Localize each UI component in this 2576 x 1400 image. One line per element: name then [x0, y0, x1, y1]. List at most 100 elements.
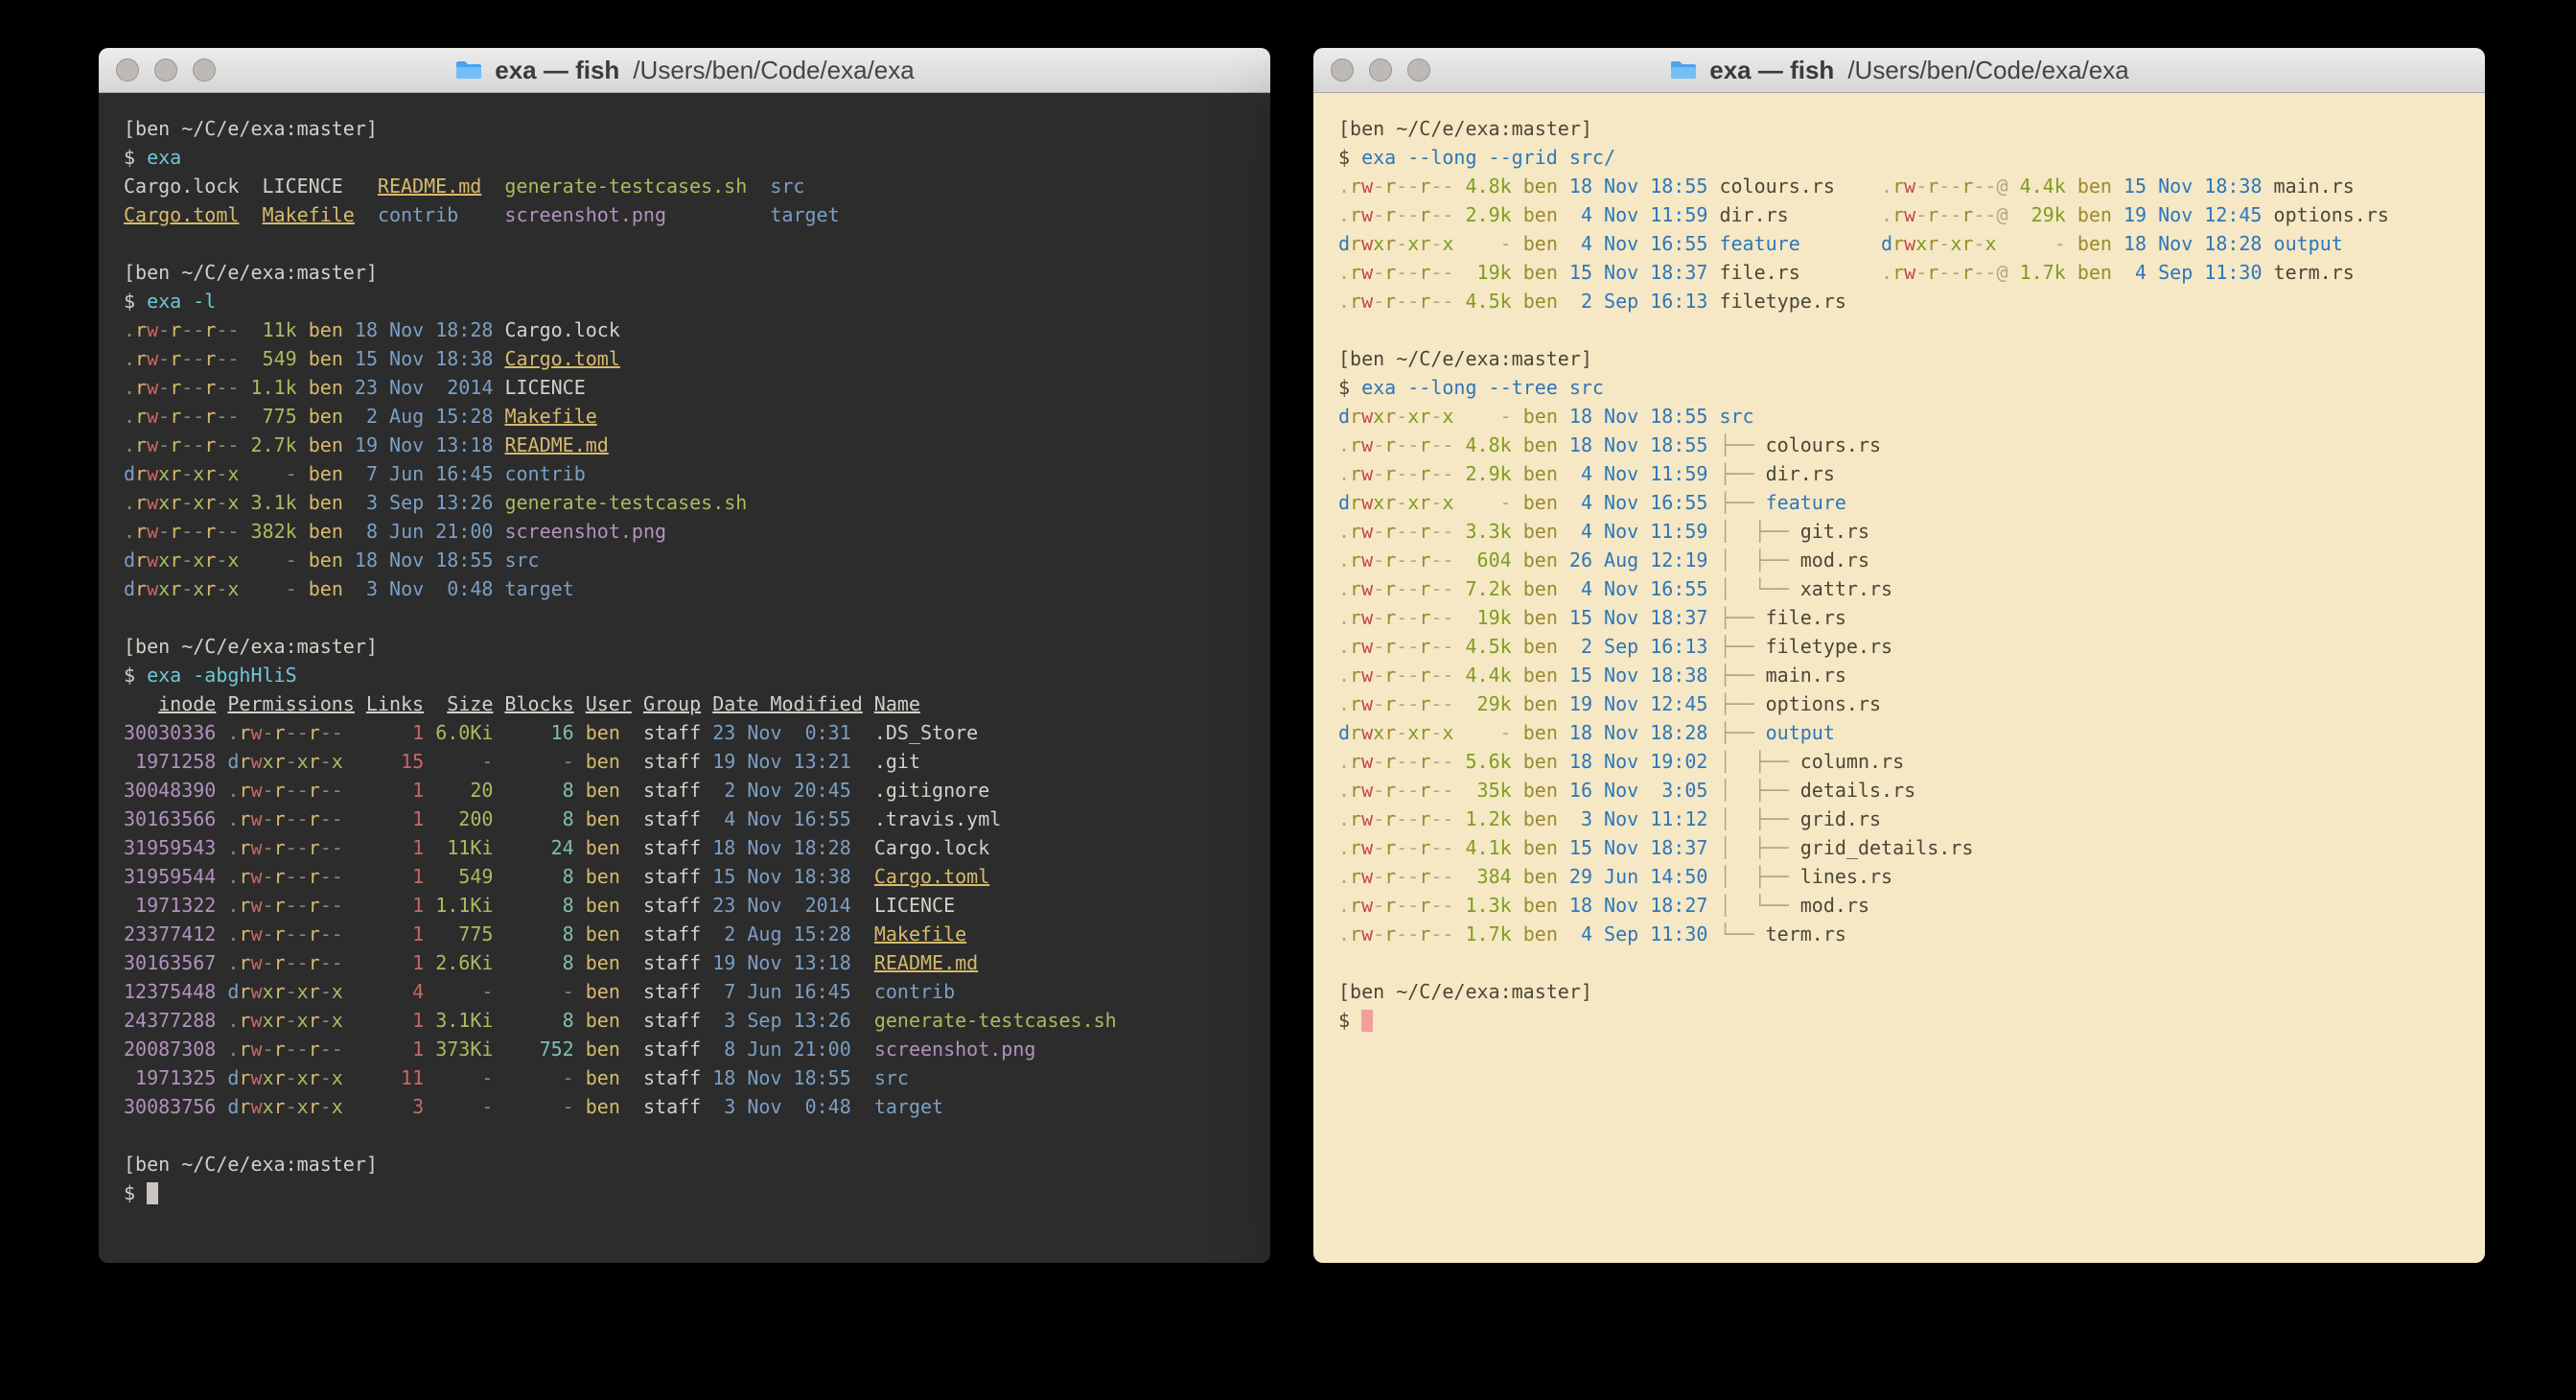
titlebar[interactable]: exa — fish /Users/ben/Code/exa/exa	[1313, 48, 2485, 93]
text-run	[620, 980, 643, 1003]
permission-char: r	[1927, 175, 1938, 198]
permission-char: r	[1350, 606, 1361, 629]
permission-char: x	[332, 1009, 343, 1032]
permission-char: r	[204, 491, 216, 514]
text-run: │ ├──	[1719, 520, 1799, 543]
close-button[interactable]	[1331, 58, 1354, 82]
permission-char: w	[250, 1095, 262, 1118]
text-run: 4 Sep 11:30	[1569, 922, 1708, 945]
permission-char: r	[239, 1095, 250, 1118]
permission-char: -	[320, 779, 332, 802]
permission-char: -	[181, 433, 193, 456]
permission-char: x	[263, 1009, 274, 1032]
text-run: └──	[1719, 922, 1765, 945]
permission-char: -	[286, 1038, 297, 1061]
permission-char: r	[1419, 491, 1430, 514]
text-run: 15 Nov 18:37	[1569, 836, 1708, 859]
text-run: │ └──	[1719, 894, 1799, 917]
permission-char: r	[204, 520, 216, 543]
permission-char: -	[286, 779, 297, 802]
text-run: contrib	[874, 980, 955, 1003]
permission-char: -	[1430, 175, 1442, 198]
text-run: 3.1k	[239, 491, 296, 514]
permission-char: -	[1407, 290, 1419, 313]
permission-char: -	[1442, 520, 1453, 543]
text-run: dir.rs	[1719, 203, 1788, 226]
text-run	[343, 836, 366, 859]
permission-char: -	[263, 894, 274, 917]
permission-char: w	[1361, 577, 1373, 600]
zoom-button[interactable]	[193, 58, 216, 82]
permission-char: d	[1338, 405, 1350, 428]
text-run: 35k	[1453, 779, 1511, 802]
text-run: 19 Nov 12:45	[2123, 203, 2263, 226]
text-run: .gitignore	[874, 779, 989, 802]
permission-char: .	[124, 318, 135, 341]
text-run: 11Ki	[435, 836, 493, 859]
text-run	[343, 1066, 366, 1089]
text-run	[424, 865, 435, 888]
text-run	[481, 175, 504, 198]
permission-char: -	[297, 836, 309, 859]
text-run: ├──	[1719, 462, 1765, 485]
permission-char: .	[1338, 692, 1350, 715]
permission-char: -	[320, 1038, 332, 1061]
minimize-button[interactable]	[154, 58, 177, 82]
text-run: src	[1719, 405, 1753, 428]
permission-char: -	[297, 865, 309, 888]
text-run: 4 Nov 16:55	[1569, 232, 1708, 255]
permission-char: -	[1430, 433, 1442, 456]
text-run: ben	[1523, 175, 1558, 198]
permission-char: r	[1419, 175, 1430, 198]
permission-char: -	[1442, 203, 1453, 226]
titlebar[interactable]: exa — fish /Users/ben/Code/exa/exa	[99, 48, 1270, 93]
permission-char: r	[1350, 664, 1361, 687]
permission-char: .	[227, 779, 239, 802]
text-run: ben	[586, 951, 620, 974]
permission-char: x	[332, 980, 343, 1003]
minimize-button[interactable]	[1369, 58, 1392, 82]
text-run	[1558, 779, 1569, 802]
permission-char: -	[1407, 779, 1419, 802]
terminal-line: 1971322 .rw-r--r-- 1 1.1Ki 8 ben staff 2…	[124, 891, 1245, 920]
permission-char: -	[1396, 922, 1407, 945]
text-run	[343, 980, 366, 1003]
permission-char: -	[1373, 520, 1384, 543]
text-run: main.rs	[2274, 175, 2355, 198]
permission-char: r	[1419, 203, 1430, 226]
text-run: Size	[447, 692, 493, 715]
permission-char: -	[1430, 520, 1442, 543]
text-run	[1512, 175, 1523, 198]
permission-char: r	[274, 836, 286, 859]
text-run: 8	[504, 922, 573, 945]
zoom-button[interactable]	[1407, 58, 1430, 82]
permission-char: r	[170, 318, 181, 341]
text-run: ben	[586, 1066, 620, 1089]
text-run	[493, 721, 504, 744]
text-run: src	[504, 548, 539, 572]
text-run: Permissions	[227, 692, 354, 715]
permission-char: -	[286, 836, 297, 859]
text-run	[1707, 606, 1719, 629]
terminal-body[interactable]: [ben ~/C/e/exa:master]$ exa --long --gri…	[1313, 93, 2485, 1263]
text-run	[493, 692, 504, 715]
permission-char: w	[250, 922, 262, 945]
close-button[interactable]	[116, 58, 139, 82]
text-run: $	[124, 290, 147, 313]
permission-char: .	[1338, 779, 1350, 802]
permission-char: d	[227, 1095, 239, 1118]
text-run	[2112, 203, 2123, 226]
text-run	[216, 1009, 227, 1032]
text-run: 15 Nov 18:38	[2123, 175, 2263, 198]
permission-char: x	[1442, 721, 1453, 744]
permission-char: -	[181, 462, 193, 485]
terminal-line: .rw-r--r-- 2.9k ben 4 Nov 11:59 dir.rs .…	[1338, 200, 2460, 229]
permission-char: -	[1407, 577, 1419, 600]
permission-char: -	[1373, 807, 1384, 830]
permission-char: -	[332, 807, 343, 830]
text-run	[1707, 203, 1719, 226]
permission-char: -	[1442, 290, 1453, 313]
text-run	[493, 980, 504, 1003]
text-run: .travis.yml	[874, 807, 1001, 830]
terminal-body[interactable]: [ben ~/C/e/exa:master]$ exaCargo.lock LI…	[99, 93, 1270, 1263]
